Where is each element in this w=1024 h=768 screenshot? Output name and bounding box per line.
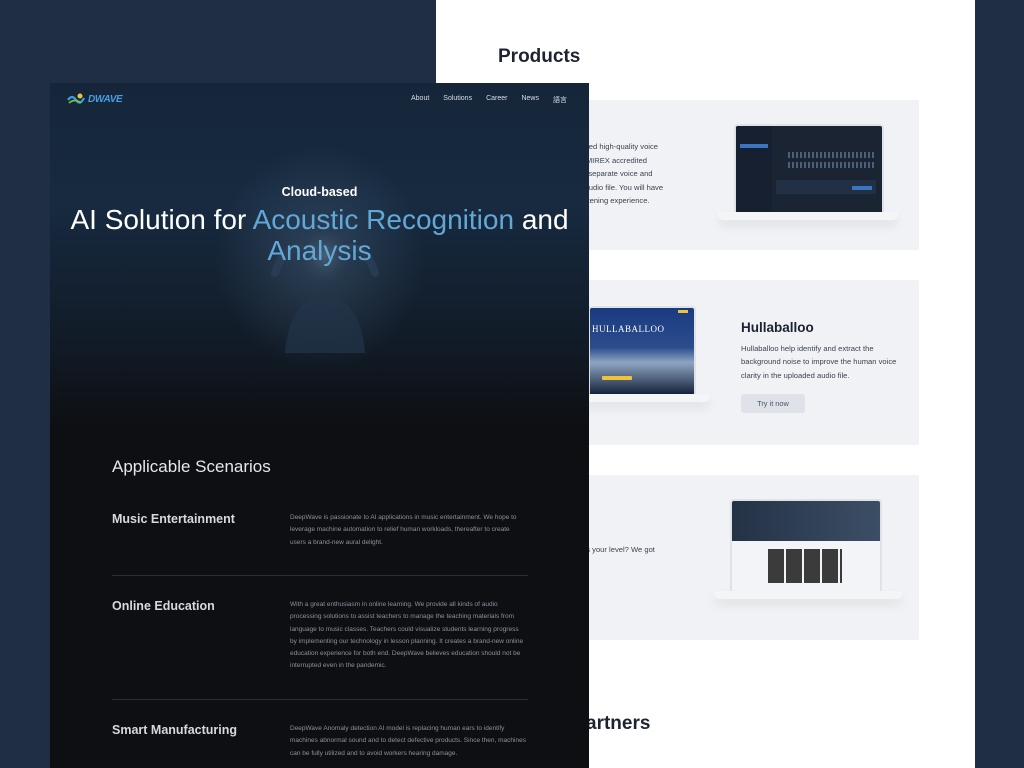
dwave-logo-icon [67,93,85,104]
laptop-base [584,394,710,402]
scenario-description: With a great enthusiasm in online learni… [290,601,524,670]
scenario-description: DeepWave is passionate to AI application… [290,514,517,546]
partners-heading: artners [586,713,651,734]
scenario-name: Music Entertainment [112,512,235,526]
laptop-mockup: HULLABALLOO [584,302,714,412]
scenario-name: Smart Manufacturing [112,723,238,737]
laptop-mockup [714,124,902,224]
nav-language[interactable]: 語言 [553,95,567,105]
hero-highlight: Acoustic Recognition [252,204,515,235]
scenario-description: DeepWave Anomaly detection AI model is r… [290,725,526,757]
hero-eyebrow: Cloud-based [281,185,358,199]
hero-highlight: Analysis [267,235,372,266]
laptop-base [714,591,902,599]
hero-title: AI Solution for Acoustic Recognition and… [70,204,569,266]
laptop-screen [734,124,884,214]
laptop-screen: HULLABALLOO [588,306,696,396]
hero-section: DWAVE About Solutions Career News 語言 Clo… [50,83,589,428]
landing-page: DWAVE About Solutions Career News 語言 Clo… [50,83,589,768]
logo-text: DWAVE [88,93,123,105]
scenario-name: Online Education [112,599,215,613]
product-name: Hullaballoo [741,320,814,335]
divider [112,699,528,700]
main-nav: About Solutions Career News 語言 [411,95,567,105]
laptop-screen [730,499,882,593]
laptop-base [718,212,898,220]
product-card-text: trained high-quality voice his MIREX acc… [574,142,664,206]
hullaballoo-screen-title: HULLABALLOO [592,324,665,334]
products-heading: Products [498,46,581,67]
nav-solutions[interactable]: Solutions [443,95,472,105]
product-description: Hullaballoo help identify and extract th… [741,344,897,380]
dwave-logo[interactable]: DWAVE [67,92,123,106]
nav-career[interactable]: Career [486,95,507,105]
nav-news[interactable]: News [521,95,539,105]
scenarios-heading: Applicable Scenarios [112,457,271,476]
product-card-text: b fits your level? We got [574,545,655,554]
nav-about[interactable]: About [411,95,429,105]
try-it-now-button[interactable]: Try it now [741,394,805,413]
laptop-mockup [710,497,906,607]
divider [112,575,528,576]
